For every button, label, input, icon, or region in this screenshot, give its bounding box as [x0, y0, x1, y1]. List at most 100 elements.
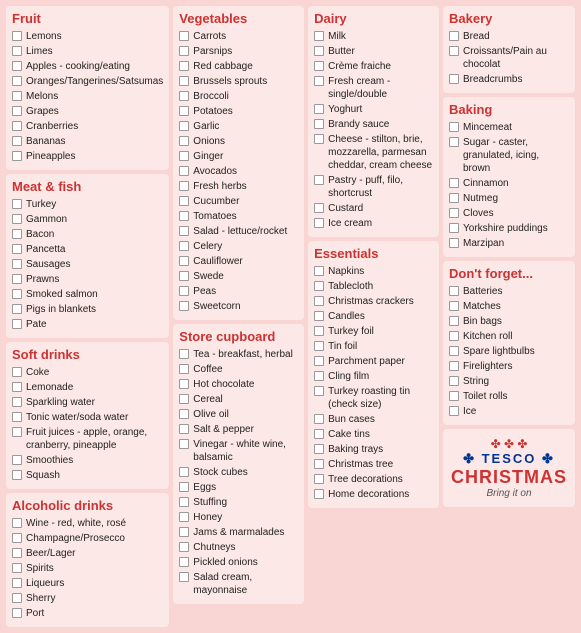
checkbox[interactable] [449, 31, 459, 41]
checkbox[interactable] [12, 427, 22, 437]
checkbox[interactable] [179, 226, 189, 236]
checkbox[interactable] [12, 397, 22, 407]
checkbox[interactable] [314, 371, 324, 381]
checkbox[interactable] [314, 459, 324, 469]
checkbox[interactable] [12, 151, 22, 161]
checkbox[interactable] [179, 166, 189, 176]
checkbox[interactable] [314, 429, 324, 439]
checkbox[interactable] [12, 259, 22, 269]
checkbox[interactable] [12, 31, 22, 41]
checkbox[interactable] [179, 241, 189, 251]
checkbox[interactable] [449, 391, 459, 401]
checkbox[interactable] [449, 74, 459, 84]
checkbox[interactable] [314, 356, 324, 366]
checkbox[interactable] [12, 304, 22, 314]
checkbox[interactable] [449, 316, 459, 326]
checkbox[interactable] [12, 76, 22, 86]
checkbox[interactable] [12, 214, 22, 224]
checkbox[interactable] [314, 311, 324, 321]
checkbox[interactable] [179, 424, 189, 434]
checkbox[interactable] [314, 119, 324, 129]
checkbox[interactable] [449, 361, 459, 371]
checkbox[interactable] [12, 91, 22, 101]
checkbox[interactable] [12, 136, 22, 146]
checkbox[interactable] [179, 286, 189, 296]
checkbox[interactable] [314, 31, 324, 41]
checkbox[interactable] [179, 364, 189, 374]
checkbox[interactable] [449, 137, 459, 147]
checkbox[interactable] [449, 178, 459, 188]
checkbox[interactable] [179, 467, 189, 477]
checkbox[interactable] [449, 331, 459, 341]
checkbox[interactable] [12, 518, 22, 528]
checkbox[interactable] [12, 455, 22, 465]
checkbox[interactable] [449, 122, 459, 132]
checkbox[interactable] [314, 386, 324, 396]
checkbox[interactable] [314, 46, 324, 56]
checkbox[interactable] [179, 394, 189, 404]
checkbox[interactable] [449, 301, 459, 311]
checkbox[interactable] [12, 382, 22, 392]
checkbox[interactable] [314, 414, 324, 424]
checkbox[interactable] [12, 244, 22, 254]
checkbox[interactable] [179, 256, 189, 266]
checkbox[interactable] [314, 296, 324, 306]
checkbox[interactable] [179, 211, 189, 221]
checkbox[interactable] [449, 346, 459, 356]
checkbox[interactable] [179, 106, 189, 116]
checkbox[interactable] [12, 593, 22, 603]
checkbox[interactable] [12, 106, 22, 116]
checkbox[interactable] [179, 349, 189, 359]
checkbox[interactable] [179, 301, 189, 311]
checkbox[interactable] [314, 218, 324, 228]
checkbox[interactable] [179, 91, 189, 101]
checkbox[interactable] [179, 121, 189, 131]
checkbox[interactable] [314, 341, 324, 351]
checkbox[interactable] [449, 376, 459, 386]
checkbox[interactable] [179, 572, 189, 582]
checkbox[interactable] [12, 61, 22, 71]
checkbox[interactable] [179, 46, 189, 56]
checkbox[interactable] [314, 175, 324, 185]
checkbox[interactable] [314, 444, 324, 454]
checkbox[interactable] [12, 46, 22, 56]
checkbox[interactable] [12, 289, 22, 299]
checkbox[interactable] [314, 76, 324, 86]
checkbox[interactable] [179, 497, 189, 507]
checkbox[interactable] [314, 489, 324, 499]
checkbox[interactable] [12, 412, 22, 422]
checkbox[interactable] [314, 61, 324, 71]
checkbox[interactable] [179, 557, 189, 567]
checkbox[interactable] [179, 271, 189, 281]
checkbox[interactable] [12, 229, 22, 239]
checkbox[interactable] [179, 196, 189, 206]
checkbox[interactable] [449, 406, 459, 416]
checkbox[interactable] [314, 203, 324, 213]
checkbox[interactable] [12, 533, 22, 543]
checkbox[interactable] [12, 121, 22, 131]
checkbox[interactable] [179, 151, 189, 161]
checkbox[interactable] [12, 548, 22, 558]
checkbox[interactable] [314, 266, 324, 276]
checkbox[interactable] [314, 281, 324, 291]
checkbox[interactable] [179, 76, 189, 86]
checkbox[interactable] [449, 46, 459, 56]
checkbox[interactable] [12, 367, 22, 377]
checkbox[interactable] [179, 181, 189, 191]
checkbox[interactable] [12, 319, 22, 329]
checkbox[interactable] [179, 136, 189, 146]
checkbox[interactable] [449, 286, 459, 296]
checkbox[interactable] [314, 474, 324, 484]
checkbox[interactable] [12, 608, 22, 618]
checkbox[interactable] [179, 527, 189, 537]
checkbox[interactable] [449, 223, 459, 233]
checkbox[interactable] [179, 439, 189, 449]
checkbox[interactable] [179, 482, 189, 492]
checkbox[interactable] [179, 409, 189, 419]
checkbox[interactable] [12, 199, 22, 209]
checkbox[interactable] [449, 208, 459, 218]
checkbox[interactable] [179, 31, 189, 41]
checkbox[interactable] [449, 193, 459, 203]
checkbox[interactable] [314, 326, 324, 336]
checkbox[interactable] [314, 104, 324, 114]
